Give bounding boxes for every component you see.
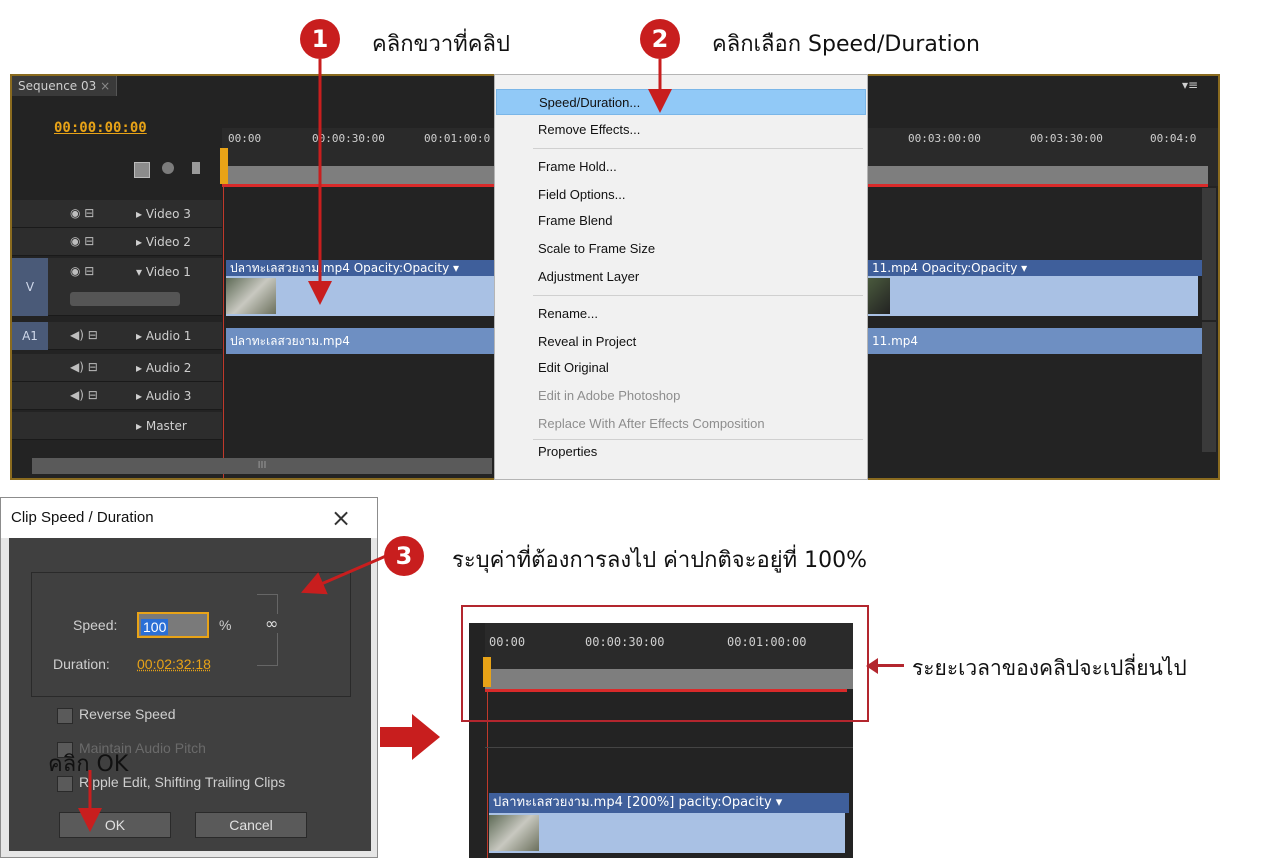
annotation-arrows	[78, 59, 672, 832]
arrow-3	[300, 554, 387, 595]
